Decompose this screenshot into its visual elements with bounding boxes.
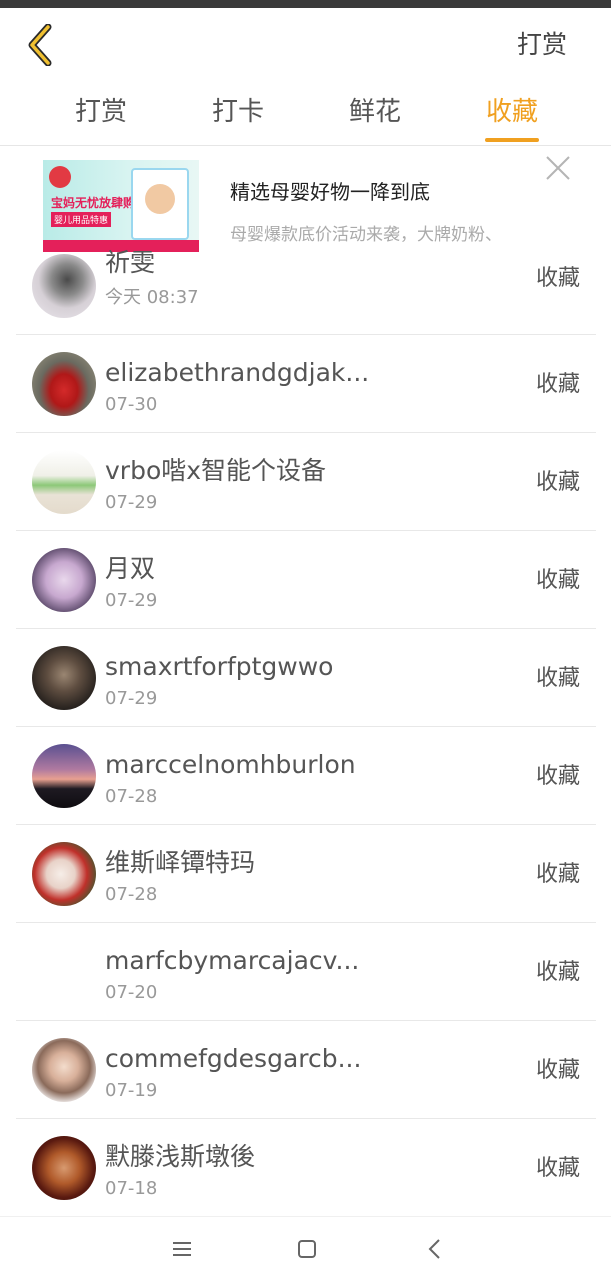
timestamp: 07-29 [105,688,158,709]
system-nav-bar [0,1216,611,1280]
timestamp: 07-18 [105,1178,158,1199]
ad-title: 精选母婴好物一降到底 [230,180,430,204]
ad-image-subline: 婴儿用品特惠 [51,212,112,227]
user-name: 祈雯 [105,248,156,277]
avatar [32,646,96,710]
user-name: vrbo喈x智能个设备 [105,456,327,485]
list-item[interactable]: elizabethrandgdjak... 07-30 收藏 [16,336,596,433]
status-bar [0,0,611,8]
favorite-label: 收藏 [535,666,580,691]
avatar [32,548,96,612]
close-icon [546,156,570,180]
home-button[interactable] [293,1235,321,1263]
list-item[interactable]: commefgdesgarcb... 07-19 收藏 [16,1022,596,1119]
user-name: smaxrtforfptgwwo [105,652,334,681]
reward-header-button[interactable]: 打赏 [517,28,567,62]
list-item[interactable]: 月双 07-29 收藏 [16,532,596,629]
timestamp: 07-29 [105,590,158,611]
user-name: 默滕浅斯墩後 [105,1142,256,1171]
menu-icon [173,1242,191,1256]
timestamp: 07-19 [105,1080,158,1101]
favorite-label: 收藏 [535,568,580,593]
list-item[interactable]: 维斯峄镡特玛 07-28 收藏 [16,826,596,923]
list-item[interactable]: smaxrtforfptgwwo 07-29 收藏 [16,630,596,727]
active-tab-indicator [485,138,539,142]
timestamp: 07-28 [105,786,158,807]
menu-button[interactable] [168,1235,196,1263]
timestamp: 07-20 [105,982,158,1003]
timestamp: 07-29 [105,492,158,513]
timestamp: 07-30 [105,394,158,415]
avatar [32,940,96,1004]
ad-close-button[interactable] [544,154,572,182]
ad-image-headline: 宝妈无忧放肆购 [51,196,136,210]
avatar [32,254,96,318]
list-item[interactable]: marfcbymarcajacv... 07-20 收藏 [16,924,596,1021]
user-name: 维斯峄镡特玛 [105,848,256,877]
favorite-label: 收藏 [535,1058,580,1083]
back-button[interactable] [18,22,60,68]
favorite-label: 收藏 [535,862,580,887]
home-square-icon [298,1240,316,1258]
user-name: 月双 [105,554,156,583]
back-chevron-icon [28,24,52,66]
list-item[interactable]: 祈雯 今天 08:37 收藏 [16,238,596,335]
favorite-label: 收藏 [535,960,580,985]
ad-baby-picture [145,184,175,214]
favorite-label: 收藏 [535,266,580,291]
avatar [32,1038,96,1102]
timestamp: 07-28 [105,884,158,905]
favorite-label: 收藏 [535,372,580,397]
header: 打赏 [0,8,611,80]
favorite-label: 收藏 [535,470,580,495]
list-item[interactable]: 默滕浅斯墩後 07-18 收藏 [16,1120,596,1217]
user-name: marccelnomhburlon [105,750,356,779]
tab-checkin[interactable]: 打卡 [211,94,265,130]
list-item[interactable]: marccelnomhburlon 07-28 收藏 [16,728,596,825]
avatar [32,450,96,514]
tab-bar: 打赏 打卡 鲜花 收藏 [0,84,611,146]
tab-flowers[interactable]: 鲜花 [348,94,402,130]
user-name: marfcbymarcajacv... [105,946,360,975]
tab-reward[interactable]: 打赏 [74,94,128,130]
timestamp: 今天 08:37 [105,287,199,308]
tab-favorites[interactable]: 收藏 [485,94,539,130]
back-nav-button[interactable] [421,1235,449,1263]
user-name: elizabethrandgdjak... [105,358,370,387]
list-item[interactable]: vrbo喈x智能个设备 07-29 收藏 [16,434,596,531]
avatar [32,352,96,416]
avatar [32,842,96,906]
avatar [32,1136,96,1200]
avatar [32,744,96,808]
favorite-label: 收藏 [535,764,580,789]
favorite-label: 收藏 [535,1156,580,1181]
ad-brand-logo [49,166,71,188]
ad-product-box [131,168,189,240]
user-name: commefgdesgarcb... [105,1044,362,1073]
back-arrow-icon [428,1239,440,1259]
